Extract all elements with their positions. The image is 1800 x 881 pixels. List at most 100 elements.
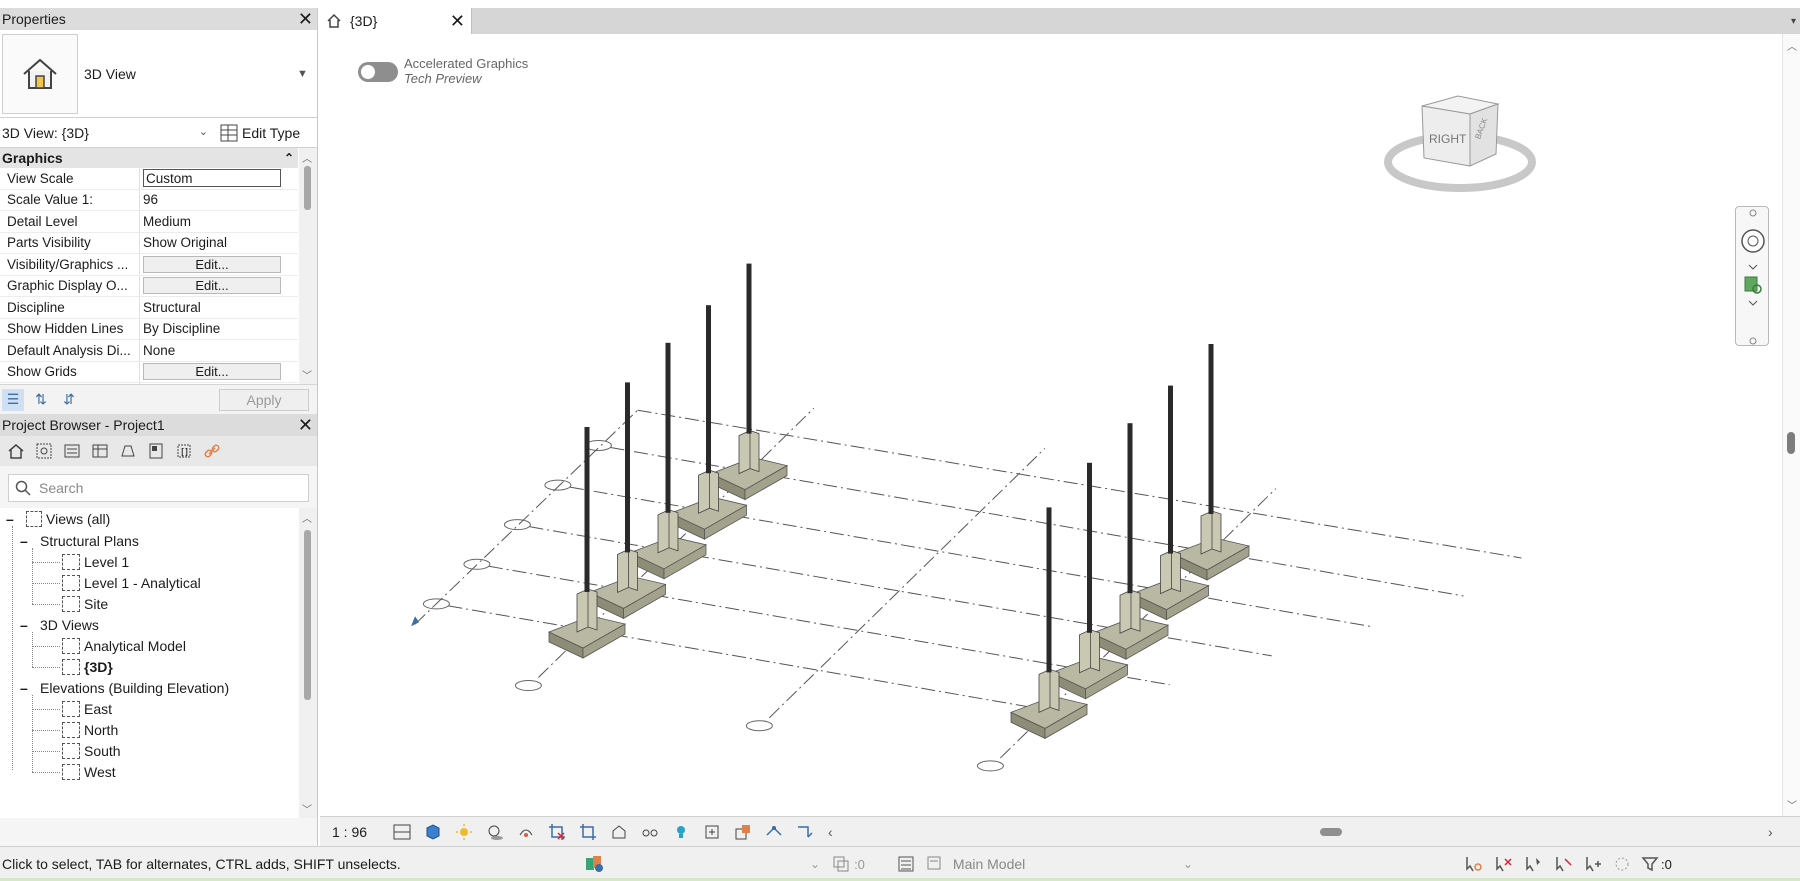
worksets-icon[interactable]	[560, 853, 630, 875]
scroll-up-icon[interactable]: ︿	[302, 510, 312, 525]
collapse-icon[interactable]: ⌃	[284, 151, 294, 165]
property-row[interactable]: Default Analysis Di... None	[0, 340, 298, 362]
highlight-displacement-icon[interactable]	[793, 821, 817, 843]
chevron-down-icon[interactable]: ⌄	[810, 857, 820, 871]
tree-view-item[interactable]: North	[62, 719, 118, 741]
property-value[interactable]: Structural	[140, 297, 298, 318]
scrollbar-thumb[interactable]	[304, 166, 311, 210]
scrollbar-thumb[interactable]	[1787, 432, 1795, 454]
property-row[interactable]: Parts Visibility Show Original	[0, 232, 298, 254]
crop-view-icon[interactable]	[545, 821, 569, 843]
sort-descending-icon[interactable]: ⇵	[58, 389, 80, 411]
property-value[interactable]: Medium	[140, 211, 298, 232]
collapse-icon[interactable]: –	[20, 680, 30, 696]
scroll-left-icon[interactable]: ‹	[828, 824, 833, 840]
scroll-down-icon[interactable]: ﹀	[1787, 797, 1797, 812]
tree-scrollbar[interactable]: ︿ ﹀	[299, 508, 317, 818]
property-value[interactable]: Edit...	[140, 254, 298, 275]
tree-view-item[interactable]: Analytical Model	[62, 635, 186, 657]
edit-button[interactable]: Edit...	[143, 363, 281, 381]
property-value[interactable]: None	[140, 340, 298, 361]
property-row[interactable]: Sun Path	[0, 383, 298, 384]
tree-root-views[interactable]: – Views (all)	[6, 508, 110, 530]
chevron-down-icon[interactable]: ⌄	[1183, 857, 1193, 871]
select-underlay-icon[interactable]	[1493, 853, 1513, 875]
tab-3d[interactable]: {3D} ✕	[320, 8, 472, 34]
property-row[interactable]: Detail Level Medium	[0, 211, 298, 233]
property-row[interactable]: Scale Value 1: 96	[0, 189, 298, 211]
scrollbar-thumb[interactable]	[1320, 828, 1342, 836]
property-row[interactable]: Show Hidden Lines By Discipline	[0, 318, 298, 340]
property-value[interactable]: Show Original	[140, 233, 298, 254]
tree-group[interactable]: – Structural Plans	[20, 530, 139, 552]
steering-wheel-icon[interactable]	[1741, 229, 1765, 253]
show-crop-icon[interactable]	[576, 821, 600, 843]
toggle-switch[interactable]	[358, 62, 398, 82]
view-horizontal-scrollbar[interactable]	[860, 825, 1780, 839]
tree-group[interactable]: – Elevations (Building Elevation)	[20, 677, 229, 699]
select-by-face-icon[interactable]	[1553, 853, 1573, 875]
scroll-up-icon[interactable]: ︿	[302, 150, 312, 165]
visual-style-icon[interactable]	[421, 821, 445, 843]
tree-view-item[interactable]: Level 1 - Analytical	[62, 572, 201, 594]
sheet-icon[interactable]	[144, 440, 168, 462]
tab-menu-icon[interactable]: ▾	[1791, 16, 1800, 27]
background-process-icon[interactable]	[1613, 853, 1631, 875]
collapse-icon[interactable]: –	[6, 511, 16, 527]
temporary-view-properties-icon[interactable]	[700, 821, 724, 843]
tree-view-item[interactable]: West	[62, 761, 116, 783]
editing-requests-icon[interactable]	[891, 853, 921, 875]
filter-icon[interactable]	[1641, 853, 1659, 875]
property-value[interactable]: 96	[140, 190, 298, 211]
sun-path-icon[interactable]	[452, 821, 476, 843]
view-scale-label[interactable]: 1 : 96	[320, 824, 390, 840]
property-value[interactable]	[140, 383, 298, 384]
instance-selector[interactable]: 3D View: {3D} ⌄	[2, 125, 214, 141]
group-header-graphics[interactable]: Graphics ⌃	[0, 148, 298, 168]
3d-scene[interactable]: RIGHT BACK	[320, 34, 1782, 816]
tree-view-item[interactable]: South	[62, 740, 121, 762]
property-value-field[interactable]: Custom	[143, 169, 281, 188]
collapse-icon[interactable]: –	[20, 617, 30, 633]
view-icon[interactable]	[32, 440, 56, 462]
property-value[interactable]: Custom	[140, 168, 298, 189]
scroll-down-icon[interactable]: ﹀	[302, 367, 312, 382]
accelerated-graphics-toggle[interactable]: Accelerated Graphics Tech Preview	[358, 56, 528, 86]
model-selector[interactable]: Main Model	[953, 856, 1183, 872]
edit-button[interactable]: Edit...	[143, 277, 281, 295]
tree-view-item[interactable]: East	[62, 698, 112, 720]
property-row[interactable]: Show Grids Edit...	[0, 361, 298, 383]
scroll-down-icon[interactable]: ﹀	[302, 801, 312, 816]
home-icon[interactable]	[4, 440, 28, 462]
property-value[interactable]: Edit...	[140, 276, 298, 297]
scroll-up-icon[interactable]: ︿	[1787, 38, 1797, 53]
temporary-hide-icon[interactable]	[638, 821, 662, 843]
tree-view-item[interactable]: Level 1	[62, 551, 129, 573]
search-box[interactable]: Search	[8, 474, 309, 502]
search-input[interactable]: Search	[39, 480, 83, 496]
view-vertical-scrollbar[interactable]: ︿ ﹀	[1782, 34, 1800, 816]
tree-view-item[interactable]: {3D}	[62, 656, 113, 678]
render-icon[interactable]	[514, 821, 538, 843]
close-icon[interactable]: ✕	[298, 416, 313, 434]
analytical-model-icon[interactable]	[762, 821, 786, 843]
tree-view-item[interactable]: Site	[62, 593, 108, 615]
close-icon[interactable]: ✕	[450, 11, 465, 32]
select-links-icon[interactable]	[1463, 853, 1483, 875]
scrollbar-thumb[interactable]	[304, 530, 311, 700]
property-row[interactable]: View Scale Custom	[0, 168, 298, 190]
model-icon[interactable]	[921, 853, 947, 875]
scroll-right-icon[interactable]: ›	[1768, 824, 1773, 840]
property-row[interactable]: Visibility/Graphics ... Edit...	[0, 254, 298, 276]
property-value[interactable]: Edit...	[140, 362, 298, 383]
3d-canvas[interactable]: RIGHT BACK Accelerated Graphics Tech Prev…	[320, 34, 1782, 816]
edit-type-button[interactable]: Edit Type	[220, 124, 300, 142]
reveal-hidden-icon[interactable]	[669, 821, 693, 843]
property-row[interactable]: Discipline Structural	[0, 297, 298, 319]
shadows-icon[interactable]	[483, 821, 507, 843]
link-icon[interactable]	[200, 440, 224, 462]
design-options-icon[interactable]	[828, 853, 854, 875]
close-icon[interactable]: ✕	[298, 10, 313, 28]
drag-elements-icon[interactable]	[1583, 853, 1603, 875]
property-value[interactable]: By Discipline	[140, 319, 298, 340]
